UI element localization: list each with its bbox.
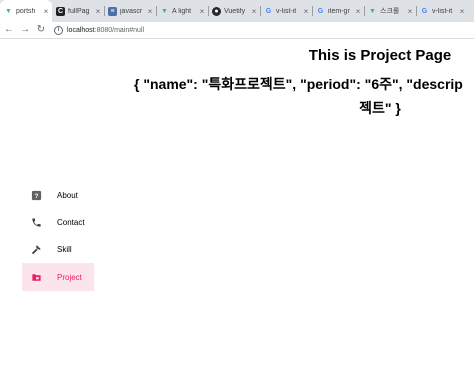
nav-item-label: Contact (57, 218, 85, 227)
close-icon[interactable]: × (42, 7, 50, 16)
stackoverflow-icon: ≡ (108, 6, 117, 16)
close-icon[interactable]: × (302, 7, 310, 16)
nav-item-skill[interactable]: Skill (22, 236, 94, 263)
url-path: :8080/main#null (94, 26, 145, 34)
nav-item-label: Project (57, 272, 82, 282)
google-icon: G (265, 7, 272, 15)
c-icon: C (56, 6, 65, 16)
close-icon[interactable]: × (198, 7, 206, 16)
google-icon: G (317, 7, 324, 15)
info-icon[interactable]: i (54, 25, 63, 35)
close-icon[interactable]: × (354, 7, 362, 16)
browser-tab[interactable]: ≡ javascr × (104, 0, 156, 22)
back-arrow-icon[interactable]: ← (2, 23, 16, 37)
nav-list: ? About Contact Skill Project (22, 182, 94, 291)
browser-tab[interactable]: ▼ portsh × (0, 0, 52, 22)
github-icon: ● (212, 6, 221, 16)
nav-item-label: About (57, 191, 78, 200)
tab-title: item-gr (328, 7, 350, 15)
close-icon[interactable]: × (146, 7, 154, 16)
folder-icon (30, 271, 42, 283)
tab-title: 스크롤 (380, 8, 400, 15)
browser-tab[interactable]: G item-gr × (312, 0, 364, 22)
tab-title: fullPag (68, 7, 90, 15)
reload-icon[interactable]: ↻ (34, 23, 48, 37)
tab-title: portsh (16, 7, 36, 15)
nav-item-about[interactable]: ? About (22, 182, 94, 209)
tab-title: v-list-it (432, 7, 453, 15)
tab-title: A light (172, 7, 192, 15)
vue-logo-icon: ▼ (161, 7, 168, 15)
page-title: This is Project Page (308, 47, 452, 64)
forward-arrow-icon[interactable]: → (18, 23, 32, 37)
browser-tab[interactable]: C fullPag × (52, 0, 104, 22)
nav-item-project[interactable]: Project (22, 263, 94, 291)
browser-tab[interactable]: ● Vuetify × (208, 0, 260, 22)
hammer-icon (30, 244, 42, 256)
vue-logo-icon: ▼ (5, 7, 12, 15)
address-bar[interactable]: i localhost:8080/main#null (54, 23, 470, 37)
close-icon[interactable]: × (94, 7, 102, 16)
phone-icon (30, 217, 42, 229)
browser-tab[interactable]: ▼ 스크롤 × (364, 0, 416, 22)
url-host: localhost (67, 26, 95, 34)
project-json-text-continued: 젝트" } (359, 100, 401, 116)
google-icon: G (421, 7, 428, 15)
nav-item-label: Skill (57, 245, 72, 254)
project-json-text: { "name": "특화프로젝트", "period": "6주", "des… (134, 76, 463, 92)
tab-title: javascr (120, 7, 143, 15)
browser-tab[interactable]: ▼ A light × (156, 0, 208, 22)
browser-tab[interactable]: G v-list-it × (416, 0, 468, 22)
vue-logo-icon: ▼ (369, 7, 376, 15)
tab-title: Vuetify (224, 7, 246, 15)
close-icon[interactable]: × (250, 7, 258, 16)
close-icon[interactable]: × (458, 7, 466, 16)
browser-toolbar: ← → ↻ i localhost:8080/main#null (0, 22, 474, 39)
nav-item-contact[interactable]: Contact (22, 209, 94, 236)
tab-strip: ▼ portsh × C fullPag × ≡ javascr × ▼ A l… (0, 0, 474, 22)
close-icon[interactable]: × (406, 7, 414, 16)
tab-title: v-list-it (276, 7, 297, 15)
browser-tab[interactable]: G v-list-it × (260, 0, 312, 22)
help-box-icon: ? (30, 190, 42, 202)
svg-text:?: ? (34, 193, 38, 200)
